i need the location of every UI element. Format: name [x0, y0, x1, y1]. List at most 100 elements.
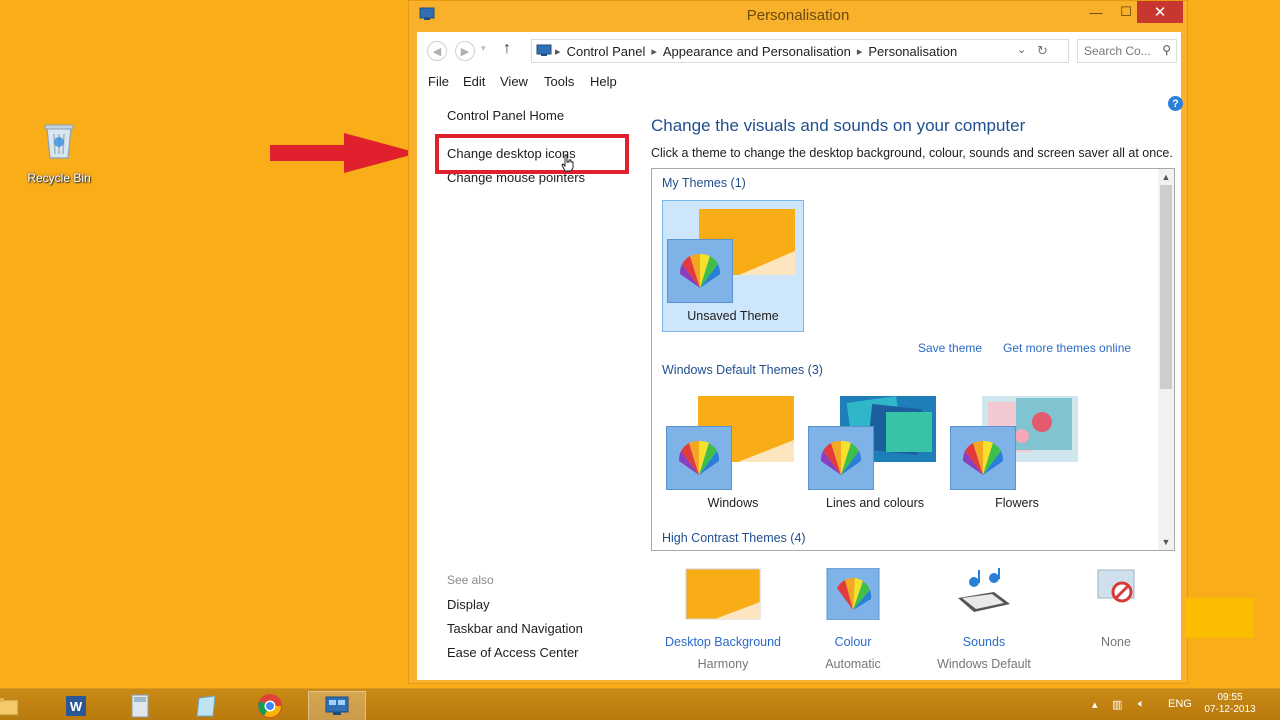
calculator-button[interactable] — [116, 691, 164, 720]
network-icon[interactable]: ▥ — [1112, 698, 1122, 711]
setting-value: Automatic — [825, 657, 881, 671]
address-dropdown-chevron-icon[interactable]: ⌄ — [1017, 43, 1026, 56]
volume-icon[interactable]: 🔈︎ — [1138, 698, 1145, 711]
setting-value: Windows Default — [937, 657, 1031, 671]
chrome-icon — [258, 694, 282, 718]
see-also-heading: See also — [447, 573, 494, 587]
theme-tile-lines-and-colours[interactable]: Lines and colours — [804, 388, 946, 520]
page-heading: Change the visuals and sounds on your co… — [651, 116, 1026, 135]
close-button[interactable]: ✕ — [1137, 1, 1183, 23]
see-also-ease-of-access-link[interactable]: Ease of Access Center — [447, 645, 579, 660]
word-icon: W — [66, 696, 86, 716]
highlight-box-annotation — [435, 134, 629, 174]
menu-tools[interactable]: Tools — [544, 74, 574, 89]
window-title: Personalisation — [746, 7, 850, 24]
theme-colour-swatch — [667, 239, 733, 303]
colour-fan-icon — [962, 440, 1004, 475]
window-client: ◀ ▶ ▾ ↑ ▸ Control Panel ▸ Appearance and… — [417, 32, 1183, 680]
theme-list: My Themes (1) Unsaved Theme Save theme G… — [651, 168, 1175, 551]
crumb-personalisation[interactable]: Personalisation — [862, 44, 963, 59]
menu-edit[interactable]: Edit — [463, 74, 485, 89]
default-themes-heading: Windows Default Themes (3) — [662, 363, 823, 377]
scroll-thumb[interactable] — [1160, 185, 1172, 389]
minimize-button[interactable]: — — [1081, 1, 1111, 23]
control-panel-taskbar-button[interactable] — [308, 691, 366, 720]
search-icon[interactable]: ⚲ — [1162, 43, 1171, 57]
overlay-patch — [1186, 598, 1254, 638]
recycle-bin-shortcut[interactable]: Recycle Bin — [22, 122, 96, 185]
up-button[interactable]: ↑ — [503, 40, 511, 58]
sounds-setting[interactable]: Sounds Windows Default — [919, 568, 1049, 671]
theme-colour-swatch — [808, 426, 874, 490]
search-input[interactable]: Search Co... ⚲ — [1077, 39, 1177, 63]
desktop-background-icon — [685, 568, 761, 620]
colour-fan-icon — [678, 440, 720, 475]
screen-saver-icon — [1097, 569, 1135, 603]
save-theme-link[interactable]: Save theme — [918, 341, 982, 355]
theme-name: Unsaved Theme — [687, 309, 779, 323]
crumb-appearance[interactable]: Appearance and Personalisation — [657, 44, 857, 59]
red-arrow-annotation — [270, 133, 418, 173]
address-bar[interactable]: ▸ Control Panel ▸ Appearance and Persona… — [531, 39, 1069, 63]
control-panel-icon — [325, 696, 349, 715]
menu-view[interactable]: View — [500, 74, 528, 89]
svg-text:W: W — [70, 699, 83, 714]
theme-colour-swatch — [950, 426, 1016, 490]
theme-name: Windows — [707, 496, 759, 510]
personalisation-window: Personalisation — ☐ ✕ ◀ ▶ ▾ ↑ ▸ Control … — [408, 0, 1188, 684]
menu-help[interactable]: Help — [590, 74, 617, 89]
recycle-bin-label: Recycle Bin — [27, 171, 91, 185]
setting-label: Desktop Background — [664, 635, 782, 649]
title-bar[interactable]: Personalisation — ☐ ✕ — [409, 1, 1187, 31]
language-indicator[interactable]: ENG — [1168, 698, 1192, 710]
help-icon[interactable]: ? — [1168, 96, 1183, 111]
desktop-background-setting[interactable]: Desktop Background Harmony — [658, 568, 788, 671]
high-contrast-heading: High Contrast Themes (4) — [662, 531, 806, 545]
colour-icon — [826, 567, 880, 621]
file-explorer-button[interactable] — [0, 691, 30, 720]
back-button[interactable]: ◀ — [427, 41, 447, 61]
crumb-control-panel[interactable]: Control Panel — [561, 44, 652, 59]
theme-tile-unsaved[interactable]: Unsaved Theme — [662, 200, 804, 332]
navigation-bar: ◀ ▶ ▾ ↑ ▸ Control Panel ▸ Appearance and… — [417, 32, 1181, 70]
setting-label: Sounds — [962, 635, 1006, 649]
colour-fan-icon — [679, 253, 721, 288]
page-description: Click a theme to change the desktop back… — [651, 146, 1173, 160]
see-also-taskbar-link[interactable]: Taskbar and Navigation — [447, 621, 583, 636]
hand-cursor-icon — [561, 154, 574, 172]
word-button[interactable]: W — [52, 691, 100, 720]
theme-tile-windows[interactable]: Windows — [662, 388, 804, 520]
my-themes-heading: My Themes (1) — [662, 176, 746, 190]
recent-pages-chevron-icon[interactable]: ▾ — [481, 43, 486, 54]
show-hidden-icons-icon[interactable]: ▴ — [1092, 698, 1098, 711]
recycle-bin-icon — [44, 124, 74, 159]
setting-value: Harmony — [697, 657, 749, 671]
crumb-separator-icon: ▸ — [552, 45, 561, 58]
chrome-button[interactable] — [246, 691, 294, 720]
control-panel-home-link[interactable]: Control Panel Home — [447, 108, 564, 123]
see-also-display-link[interactable]: Display — [447, 597, 490, 612]
notepad-button[interactable] — [182, 691, 230, 720]
colour-setting[interactable]: Colour Automatic — [788, 567, 918, 671]
clock-date: 07-12-2013 — [1204, 704, 1256, 715]
calculator-icon — [131, 694, 149, 718]
scroll-up-icon[interactable]: ▲ — [1158, 169, 1174, 185]
setting-value: None — [1101, 635, 1131, 649]
taskbar: W ▴ ▥ 🔈︎ ENG 09:55 07-12-2013 — [0, 688, 1280, 720]
theme-list-scrollbar[interactable]: ▲ ▼ — [1158, 169, 1174, 550]
clock-time: 09:55 — [1217, 692, 1243, 703]
scroll-down-icon[interactable]: ▼ — [1158, 534, 1174, 550]
refresh-icon[interactable]: ↻ — [1037, 43, 1048, 59]
setting-label: Colour — [834, 635, 872, 649]
forward-button[interactable]: ▶ — [455, 41, 475, 61]
theme-name: Flowers — [995, 496, 1039, 510]
search-placeholder: Search Co... — [1084, 44, 1151, 58]
theme-colour-swatch — [666, 426, 732, 490]
colour-fan-icon — [820, 440, 862, 475]
screen-saver-setting[interactable]: None — [1051, 568, 1181, 649]
theme-tile-flowers[interactable]: Flowers — [946, 388, 1088, 520]
get-more-themes-link[interactable]: Get more themes online — [1003, 341, 1131, 355]
clock[interactable]: 09:55 07-12-2013 — [1200, 692, 1260, 716]
menu-file[interactable]: File — [428, 74, 449, 89]
control-panel-crumb-icon — [536, 44, 552, 56]
